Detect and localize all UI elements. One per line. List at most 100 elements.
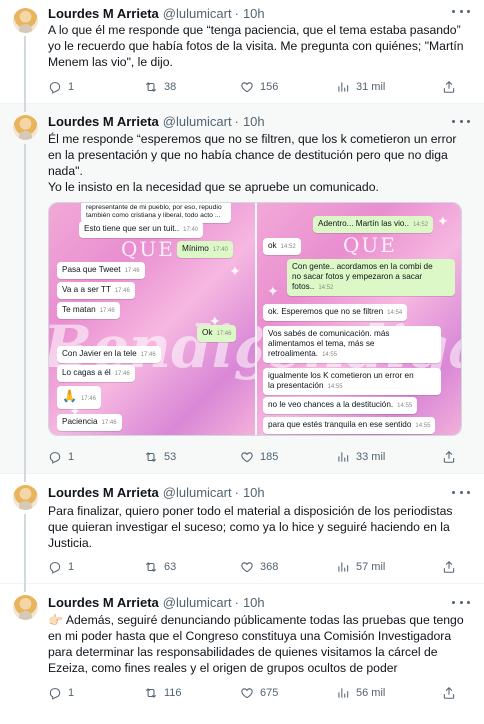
share-button[interactable] — [442, 450, 456, 464]
share-button[interactable] — [442, 80, 456, 94]
retweet-icon — [144, 450, 158, 464]
tweet-4[interactable]: Lourdes M Arrieta @lulumicart · 10h 👉🏻 A… — [0, 584, 484, 724]
retweet-button[interactable]: 53 — [144, 450, 176, 464]
views-count: 31 mil — [356, 81, 386, 93]
tweet-actions: 1 53 185 33 mil — [48, 448, 468, 466]
like-button[interactable]: 185 — [240, 450, 278, 464]
reply-button[interactable]: 1 — [48, 686, 74, 700]
chat-message: para que estés tranquila en ese sentido 1… — [263, 417, 436, 434]
timestamp[interactable]: 10h — [243, 595, 265, 610]
tweet-1[interactable]: Lourdes M Arrieta @lulumicart · 10h A lo… — [0, 0, 484, 104]
chat-message: igualmente los K cometieron un error en … — [263, 368, 441, 395]
author-handle[interactable]: @lulumicart — [163, 485, 232, 500]
timestamp[interactable]: 10h — [243, 114, 265, 129]
share-button[interactable] — [442, 560, 456, 574]
retweet-icon — [144, 560, 158, 574]
reply-icon — [48, 450, 62, 464]
share-icon — [442, 80, 456, 94]
avatar[interactable] — [13, 8, 38, 33]
reply-button[interactable]: 1 — [48, 450, 74, 464]
chat-message: Lo cagas a él 17:46 — [57, 365, 135, 382]
views-icon — [336, 80, 350, 94]
chat-message: 🙏 17:46 — [57, 386, 101, 409]
tweet-media[interactable]: Bendiga QUE ✦ ✦ ✦ representante de mi pu… — [48, 202, 462, 436]
reply-button[interactable]: 1 — [48, 80, 74, 94]
heart-icon — [240, 560, 254, 574]
views-button[interactable]: 56 mil — [336, 686, 385, 700]
like-button[interactable]: 368 — [240, 560, 278, 574]
author-handle[interactable]: @lulumicart — [163, 6, 232, 21]
chat-message: no le veo chances a la destitución. 14:55 — [263, 397, 418, 414]
timestamp[interactable]: 10h — [243, 6, 265, 21]
share-button[interactable] — [442, 686, 456, 700]
separator: · — [234, 113, 239, 129]
more-icon[interactable] — [452, 113, 470, 129]
tweet-text: A lo que él me responde que “tenga pacie… — [48, 23, 464, 69]
chat-message: Vos sabés de comunicación. más alimentam… — [263, 326, 441, 363]
heart-icon — [240, 686, 254, 700]
retweet-count: 53 — [164, 451, 177, 463]
chat-message: Ok 17:46 — [197, 325, 237, 342]
chat-message: Con gente.. acordamos en la combi de no … — [287, 259, 455, 296]
retweet-count: 116 — [164, 687, 182, 699]
retweet-button[interactable]: 116 — [144, 686, 182, 700]
author-name[interactable]: Lourdes M Arrieta — [48, 114, 159, 129]
like-button[interactable]: 156 — [240, 80, 278, 94]
views-icon — [336, 686, 350, 700]
retweet-button[interactable]: 63 — [144, 560, 176, 574]
timestamp[interactable]: 10h — [243, 485, 265, 500]
thread-line — [24, 36, 26, 104]
chat-screenshot-right[interactable]: Bendiga QUE ✦ ✦ Adentro... Martín las vi… — [257, 203, 461, 435]
views-button[interactable]: 31 mil — [336, 80, 385, 94]
tweet-text: Él me responde “esperemos que no se filt… — [48, 132, 457, 194]
separator: · — [234, 5, 239, 21]
thread-line — [24, 474, 26, 482]
reply-icon — [48, 686, 62, 700]
tweet-2[interactable]: Lourdes M Arrieta @lulumicart · 10h Él m… — [0, 104, 484, 474]
more-icon[interactable] — [452, 484, 470, 500]
reply-count: 1 — [68, 561, 75, 573]
reply-count: 1 — [68, 451, 75, 463]
views-button[interactable]: 33 mil — [336, 450, 385, 464]
chat-message: representante de mi pueblo, por eso, rep… — [81, 203, 231, 223]
like-count: 156 — [260, 81, 279, 93]
sparkle-icon: ✦ — [437, 213, 449, 229]
tweet-header: Lourdes M Arrieta @lulumicart · 10h — [48, 594, 265, 610]
views-icon — [336, 560, 350, 574]
retweet-button[interactable]: 38 — [144, 80, 176, 94]
author-name[interactable]: Lourdes M Arrieta — [48, 485, 159, 500]
thread-line — [24, 514, 26, 584]
views-button[interactable]: 57 mil — [336, 560, 385, 574]
reply-icon — [48, 80, 62, 94]
tweet-3[interactable]: Lourdes M Arrieta @lulumicart · 10h Para… — [0, 474, 484, 584]
author-handle[interactable]: @lulumicart — [163, 114, 232, 129]
avatar[interactable] — [13, 115, 38, 140]
like-button[interactable]: 675 — [240, 686, 278, 700]
avatar[interactable] — [13, 595, 38, 620]
chat-screenshot-left[interactable]: Bendiga QUE ✦ ✦ ✦ representante de mi pu… — [49, 203, 255, 435]
more-icon[interactable] — [452, 3, 470, 19]
heart-icon — [240, 450, 254, 464]
tweet-header: Lourdes M Arrieta @lulumicart · 10h — [48, 5, 265, 21]
thread-line — [24, 144, 26, 474]
retweet-icon — [144, 80, 158, 94]
author-name[interactable]: Lourdes M Arrieta — [48, 595, 159, 610]
background-que: QUE — [343, 233, 397, 257]
reply-button[interactable]: 1 — [48, 560, 74, 574]
background-que: QUE — [121, 237, 175, 261]
like-count: 675 — [260, 687, 279, 699]
reply-count: 1 — [68, 687, 75, 699]
author-name[interactable]: Lourdes M Arrieta — [48, 6, 159, 21]
like-count: 185 — [260, 451, 279, 463]
chat-message: Te matan 17:46 — [57, 302, 120, 319]
more-icon[interactable] — [452, 594, 470, 610]
chat-message: ok 14:52 — [263, 238, 301, 255]
tweet-actions: 1 116 675 56 mil — [48, 684, 468, 702]
chat-message: Adentro... Martín las vio.. 14:52 — [313, 216, 434, 233]
author-handle[interactable]: @lulumicart — [163, 595, 232, 610]
tweet-actions: 1 63 368 57 mil — [48, 558, 468, 576]
heart-icon — [240, 80, 254, 94]
separator: · — [234, 594, 239, 610]
chat-message: Mínimo 17:40 — [177, 241, 233, 258]
avatar[interactable] — [13, 485, 38, 510]
